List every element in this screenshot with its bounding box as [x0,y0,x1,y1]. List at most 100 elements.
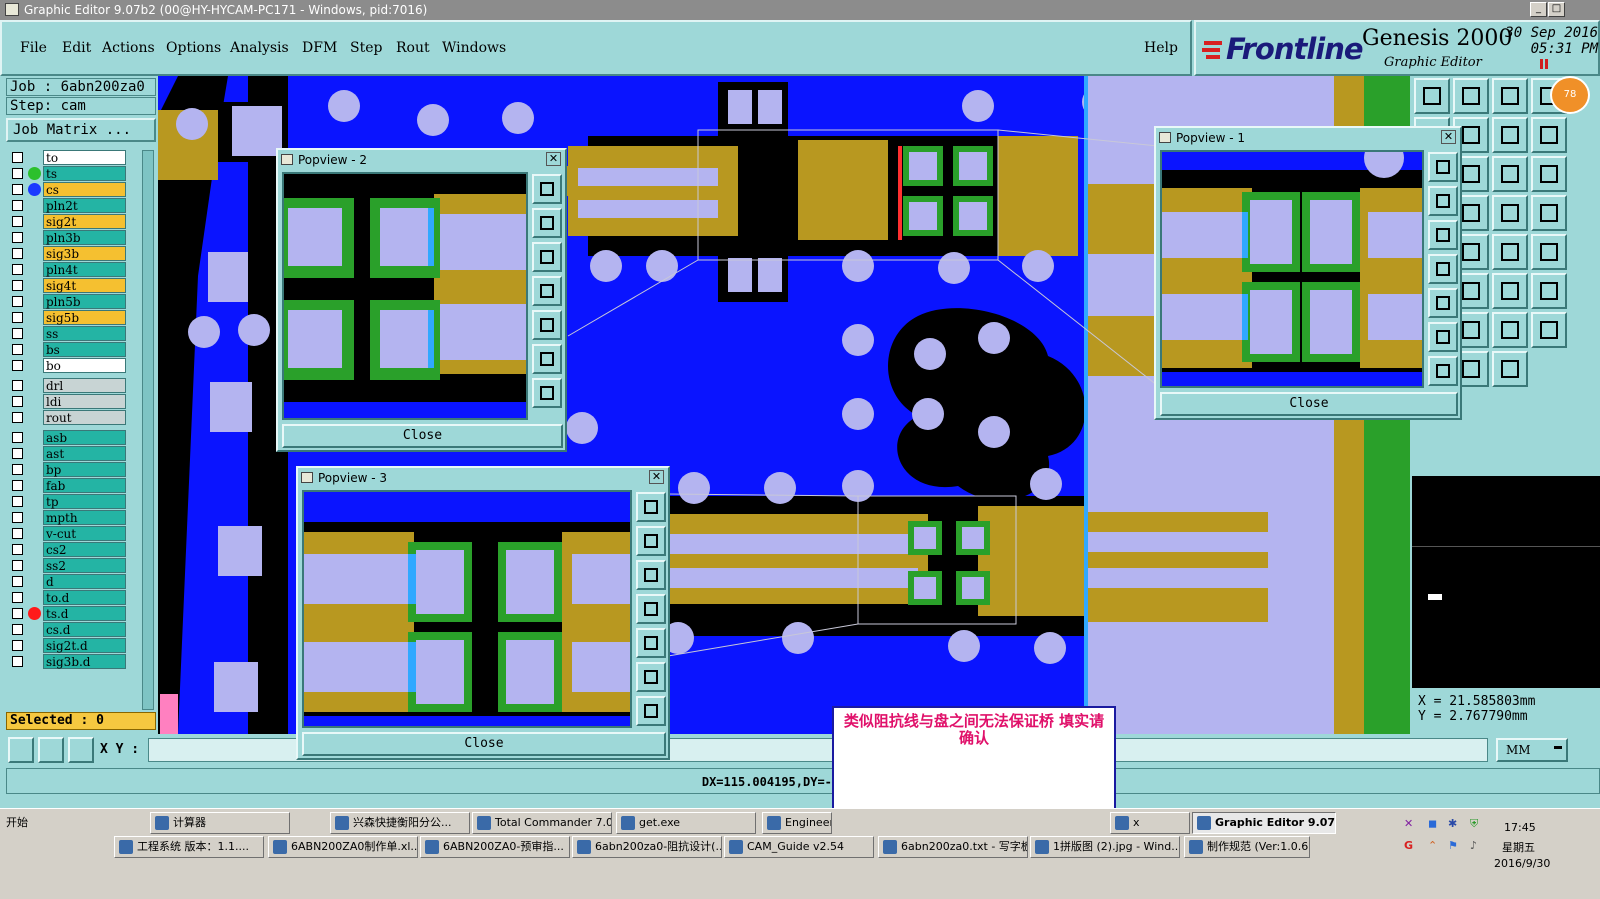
menu-help[interactable]: Help [1144,40,1178,56]
layer-checkbox[interactable] [12,360,23,371]
layer-checkbox[interactable] [12,496,23,507]
layer-name[interactable]: sig2t [43,214,126,229]
fit-icon[interactable] [1428,322,1458,352]
layer-name[interactable]: cs.d [43,622,126,637]
popview-2-view[interactable] [282,172,528,420]
center-icon[interactable] [532,378,562,408]
pan-up-icon[interactable] [1428,186,1458,216]
layer-row-bs[interactable]: bs [8,342,138,357]
tray-flag-icon[interactable]: ⚑ [1448,839,1458,852]
layer-checkbox[interactable] [12,640,23,651]
layer-row-sig3b.d[interactable]: sig3b.d [8,654,138,669]
layer-row-sig4t[interactable]: sig4t [8,278,138,293]
layer-checkbox[interactable] [12,248,23,259]
move-icon[interactable] [1492,117,1528,153]
layer-checkbox[interactable] [12,412,23,423]
layer-name[interactable]: pln5b [43,294,126,309]
fit-icon[interactable] [636,662,666,692]
taskbar-item[interactable]: Graphic Editor 9.07... [1192,812,1336,834]
menu-dfm[interactable]: DFM [302,40,337,56]
layer-row-cs.d[interactable]: cs.d [8,622,138,637]
menu-edit[interactable]: Edit [62,40,91,56]
layer-row-pln4t[interactable]: pln4t [8,262,138,277]
popview-2-close-icon[interactable]: ✕ [546,152,561,166]
layer-row-ldi[interactable]: ldi [8,394,138,409]
layer-name[interactable]: fab [43,478,126,493]
popview-1-window[interactable]: Popview - 1 ✕ Close [1154,126,1462,420]
pan-right-icon[interactable] [1428,288,1458,318]
arc3-icon[interactable] [1492,312,1528,348]
zoom-in-icon[interactable] [636,492,666,522]
rotate-icon[interactable] [1531,234,1567,270]
overview-panel[interactable] [1412,476,1600,688]
popview-2-title-bar[interactable]: Popview - 2 ✕ [278,150,565,170]
center-icon[interactable] [1428,356,1458,386]
start-button[interactable]: 开始 [2,813,50,835]
layer-name[interactable]: drl [43,378,126,393]
layer-row-sig2t.d[interactable]: sig2t.d [8,638,138,653]
layer-row-bp[interactable]: bp [8,462,138,477]
layer-checkbox[interactable] [12,344,23,355]
layer-name[interactable]: rout [43,410,126,425]
layer-row-cs[interactable]: cs [8,182,138,197]
layer-name[interactable]: v-cut [43,526,126,541]
popview-3-title-bar[interactable]: Popview - 3 ✕ [298,468,668,488]
layer-checkbox[interactable] [12,216,23,227]
layer-row-pln5b[interactable]: pln5b [8,294,138,309]
layer-checkbox[interactable] [12,544,23,555]
layer-checkbox[interactable] [12,168,23,179]
layer-checkbox[interactable] [12,608,23,619]
layer-row-d[interactable]: d [8,574,138,589]
layer-name[interactable]: bo [43,358,126,373]
layer-row-to[interactable]: to [8,150,138,165]
scale-icon[interactable] [1531,117,1567,153]
layer-row-ts.d[interactable]: ts.d [8,606,138,621]
units-selector[interactable]: MM [1496,738,1568,762]
layer-name[interactable]: d [43,574,126,589]
taskbar-item[interactable]: 工程系统 版本：1.1.... [114,836,264,858]
taskbar-item[interactable]: 计算器 [150,812,290,834]
layer-name[interactable]: ss [43,326,126,341]
pan-left-icon[interactable] [532,276,562,306]
layer-name[interactable]: bp [43,462,126,477]
layer-row-sig5b[interactable]: sig5b [8,310,138,325]
layer-row-rout[interactable]: rout [8,410,138,425]
taskbar-item[interactable]: 6ABN200ZA0-预审指... [420,836,570,858]
taskbar-item[interactable]: 6abn200za0-阻抗设计(... [572,836,722,858]
layer-row-fab[interactable]: fab [8,478,138,493]
popview-3-window[interactable]: Popview - 3 ✕ Close [296,466,670,760]
layer-name[interactable]: sig2t.d [43,638,126,653]
layer-name[interactable]: ts [43,166,126,181]
notification-badge[interactable]: 78 [1550,76,1590,114]
layer-row-ts[interactable]: ts [8,166,138,181]
measure-icon[interactable] [38,737,64,763]
layer-name[interactable]: sig3b.d [43,654,126,669]
split-icon[interactable] [1492,156,1528,192]
layer-name[interactable]: ts.d [43,606,126,621]
layer-name[interactable]: sig3b [43,246,126,261]
layer-name[interactable]: ldi [43,394,126,409]
layer-name[interactable]: to [43,150,126,165]
job-matrix-button[interactable]: Job Matrix ... [6,118,156,142]
layer-name[interactable]: pln4t [43,262,126,277]
center-icon[interactable] [636,696,666,726]
layer-checkbox[interactable] [12,280,23,291]
zoom-in-icon[interactable] [532,174,562,204]
taskbar-item[interactable]: CAM_Guide v2.54 [724,836,874,858]
home-icon[interactable] [1414,78,1450,114]
layer-checkbox[interactable] [12,656,23,667]
layer-checkbox[interactable] [12,200,23,211]
menu-windows[interactable]: Windows [442,40,506,56]
circle-icon[interactable] [1492,195,1528,231]
pan-right-icon[interactable] [532,310,562,340]
layer-row-pln3b[interactable]: pln3b [8,230,138,245]
taskbar-item[interactable]: x [1110,812,1190,834]
tray-shield-icon[interactable]: ⛨ [1470,817,1478,831]
menu-options[interactable]: Options [166,40,221,56]
pan-down-icon[interactable] [532,242,562,272]
taskbar-item[interactable]: 兴森快捷衡阳分公... [330,812,470,834]
layer-row-drl[interactable]: drl [8,378,138,393]
layer-checkbox[interactable] [12,448,23,459]
tray-g-icon[interactable]: G [1404,839,1413,852]
layer-row-cs2[interactable]: cs2 [8,542,138,557]
